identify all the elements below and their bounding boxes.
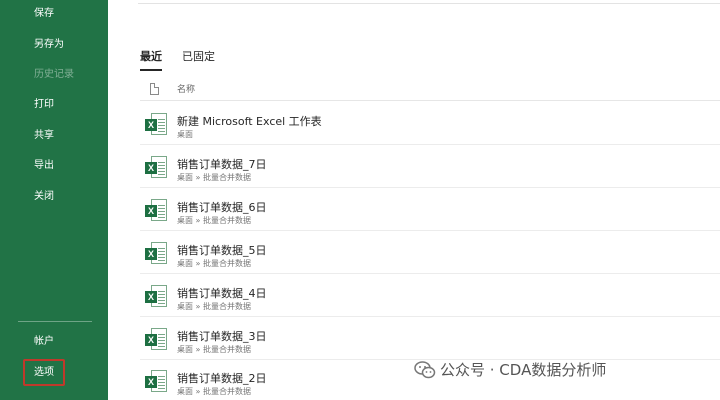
file-path: 桌面 » 批量合并数据 <box>177 216 251 225</box>
file-path: 桌面 » 批量合并数据 <box>177 259 251 268</box>
file-list-header: 名称 <box>140 79 720 101</box>
file-name: 销售订单数据_7日 <box>177 158 267 171</box>
file-name: 销售订单数据_2日 <box>177 372 267 385</box>
file-row[interactable]: X 销售订单数据_5日 桌面 » 批量合并数据 <box>140 232 720 274</box>
options-highlight-box <box>23 359 65 386</box>
nav-print[interactable]: 打印 <box>0 91 108 119</box>
excel-file-icon: X <box>145 199 168 222</box>
document-icon <box>150 83 159 95</box>
nav-export[interactable]: 导出 <box>0 152 108 180</box>
tab-recent[interactable]: 最近 <box>140 48 162 71</box>
nav-save-as[interactable]: 另存为 <box>0 31 108 59</box>
file-name: 销售订单数据_5日 <box>177 244 267 257</box>
recent-files-panel: 最近 已固定 名称 X 新建 Microsoft Excel 工作表 桌面 X … <box>108 0 720 400</box>
nav-account[interactable]: 帐户 <box>0 328 108 356</box>
file-path: 桌面 <box>177 130 193 139</box>
file-row[interactable]: X 新建 Microsoft Excel 工作表 桌面 <box>140 103 720 145</box>
file-row[interactable]: X 销售订单数据_7日 桌面 » 批量合并数据 <box>140 146 720 188</box>
nav-close[interactable]: 关闭 <box>0 183 108 211</box>
top-divider <box>138 3 720 4</box>
file-path: 桌面 » 批量合并数据 <box>177 302 251 311</box>
excel-file-icon: X <box>145 242 168 265</box>
watermark: 公众号 · CDA数据分析师 <box>414 358 607 382</box>
file-row[interactable]: X 销售订单数据_3日 桌面 » 批量合并数据 <box>140 318 720 360</box>
file-row[interactable]: X 销售订单数据_6日 桌面 » 批量合并数据 <box>140 189 720 231</box>
excel-file-icon: X <box>145 328 168 351</box>
file-name: 销售订单数据_6日 <box>177 201 267 214</box>
excel-file-icon: X <box>145 113 168 136</box>
file-name: 销售订单数据_3日 <box>177 330 267 343</box>
file-row[interactable]: X 销售订单数据_4日 桌面 » 批量合并数据 <box>140 275 720 317</box>
nav-share[interactable]: 共享 <box>0 122 108 150</box>
name-column-header[interactable]: 名称 <box>177 82 195 95</box>
wechat-logo-icon <box>414 361 436 379</box>
excel-file-icon: X <box>145 370 168 393</box>
file-name: 新建 Microsoft Excel 工作表 <box>177 115 322 128</box>
watermark-text: 公众号 · CDA数据分析师 <box>440 361 607 379</box>
excel-file-icon: X <box>145 285 168 308</box>
backstage-sidebar: 保存 另存为 历史记录 打印 共享 导出 关闭 帐户 选项 <box>0 0 108 400</box>
file-path: 桌面 » 批量合并数据 <box>177 387 251 396</box>
nav-save[interactable]: 保存 <box>0 0 108 28</box>
file-path: 桌面 » 批量合并数据 <box>177 345 251 354</box>
excel-file-icon: X <box>145 156 168 179</box>
tab-pinned[interactable]: 已固定 <box>182 48 215 68</box>
file-name: 销售订单数据_4日 <box>177 287 267 300</box>
file-path: 桌面 » 批量合并数据 <box>177 173 251 182</box>
sidebar-divider <box>18 321 92 322</box>
nav-history: 历史记录 <box>34 69 74 80</box>
